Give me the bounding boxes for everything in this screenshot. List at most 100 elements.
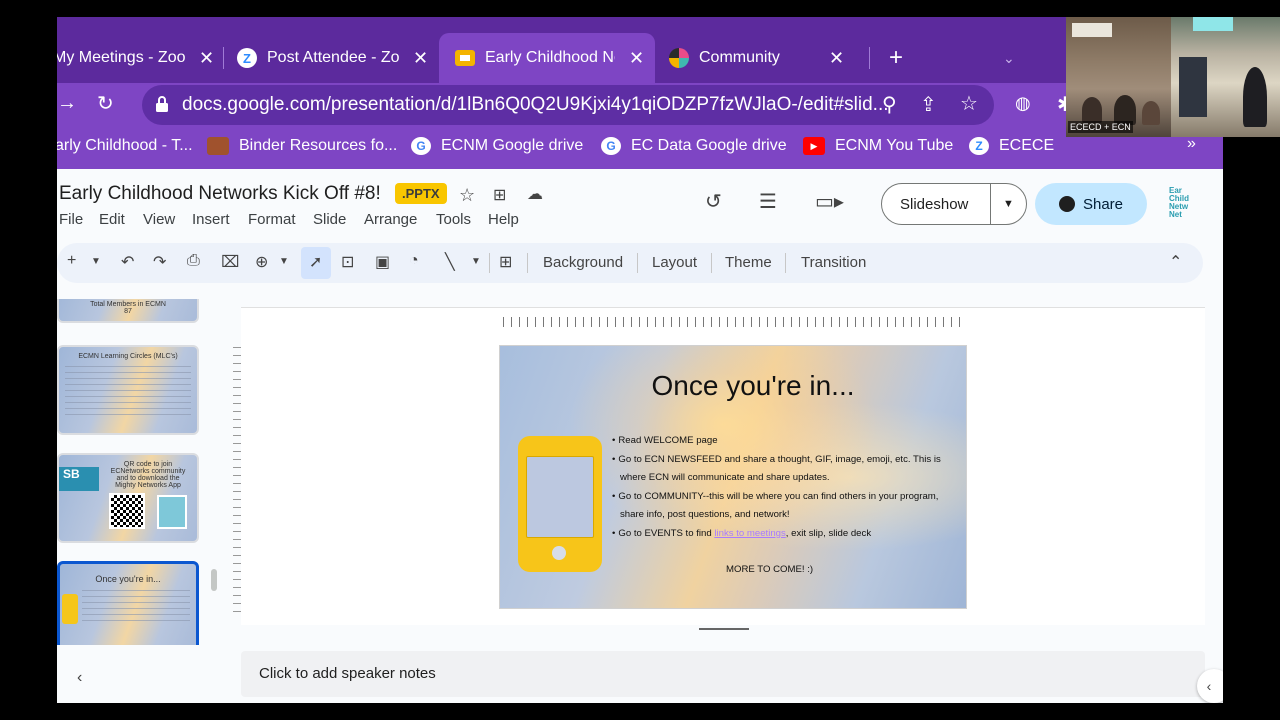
chevron-down-icon[interactable]: ▼: [279, 256, 289, 267]
bookmarks-overflow-button[interactable]: »: [1187, 135, 1196, 153]
line-icon[interactable]: ╲: [445, 252, 455, 272]
presenter-figure: [1243, 67, 1267, 127]
bullet-item: Read WELCOME page: [612, 432, 952, 451]
paint-format-icon[interactable]: ⌧: [221, 252, 239, 272]
slideshow-button[interactable]: Slideshow ▼: [881, 183, 1027, 225]
redo-icon[interactable]: ↷: [153, 252, 166, 272]
chevron-down-icon[interactable]: ▼: [990, 184, 1026, 224]
menu-insert[interactable]: Insert: [192, 211, 230, 228]
phone-home-button: [552, 546, 566, 560]
bookmark-item[interactable]: ▶ ECNM You Tube: [803, 137, 953, 155]
new-slide-icon[interactable]: +: [67, 252, 76, 270]
close-icon[interactable]: ✕: [413, 48, 428, 69]
bookmark-item[interactable]: Z ECECE: [969, 137, 1054, 155]
current-slide[interactable]: Once you're in... Read WELCOME page Go t…: [499, 345, 967, 609]
bookmark-item[interactable]: arly Childhood - T...: [57, 137, 193, 155]
menu-edit[interactable]: Edit: [99, 211, 125, 228]
meet-camera-icon[interactable]: ▭▸: [815, 189, 844, 214]
print-icon[interactable]: ⎙: [187, 252, 200, 270]
comment-add-icon[interactable]: ⊞: [499, 252, 512, 272]
forward-icon[interactable]: →: [57, 92, 77, 115]
menu-format[interactable]: Format: [248, 211, 296, 228]
chevron-down-icon[interactable]: ▼: [91, 256, 101, 267]
tab-label: Early Childhood Networks: [485, 49, 615, 66]
filmstrip-scrollbar[interactable]: [211, 569, 217, 591]
bookmark-star-icon[interactable]: ☆: [960, 91, 978, 116]
menu-file[interactable]: File: [59, 211, 83, 228]
bookmark-label: arly Childhood - T...: [57, 137, 193, 154]
background-button[interactable]: Background: [543, 254, 623, 271]
participant-figure: [1082, 97, 1102, 123]
editing-toolbar: + ▼ ↶ ↷ ⎙ ⌧ ⊕ ▼ ➚ ⊡ ▣ ◔ ╲ ▼ ⊞ Background…: [57, 243, 1203, 283]
address-bar[interactable]: docs.google.com/presentation/d/1lBn6Q0Q2…: [142, 85, 994, 125]
chevron-down-icon[interactable]: ▼: [471, 256, 481, 267]
tab-my-meetings[interactable]: My Meetings - Zoom ✕: [57, 33, 223, 83]
close-icon[interactable]: ✕: [629, 48, 644, 69]
text-box-icon[interactable]: ⊡: [341, 252, 354, 272]
menu-slide[interactable]: Slide: [313, 211, 346, 228]
tab-early-childhood[interactable]: Early Childhood Networks ✕: [439, 33, 655, 83]
tab-community[interactable]: Community ✕: [669, 33, 869, 83]
image-icon[interactable]: ▣: [375, 252, 390, 272]
zoom-lens-icon[interactable]: ⚲: [882, 92, 897, 117]
google-icon: G: [411, 137, 431, 155]
room-light: [1072, 23, 1112, 37]
close-icon[interactable]: ✕: [199, 48, 214, 69]
participant-figure: [1142, 101, 1160, 125]
resize-handle[interactable]: [699, 628, 749, 630]
share-page-icon[interactable]: ⇪: [920, 92, 937, 117]
lock-icon: [154, 95, 170, 119]
menu-view[interactable]: View: [143, 211, 175, 228]
tab-divider: [223, 47, 224, 69]
shape-icon[interactable]: ◔: [409, 252, 419, 270]
menu-arrange[interactable]: Arrange: [364, 211, 417, 228]
tab-post-attendee[interactable]: Z Post Attendee - Zoom ✕: [237, 33, 437, 83]
tab-search-icon[interactable]: ⌄: [1003, 33, 1015, 83]
theme-button[interactable]: Theme: [725, 254, 772, 271]
slide-thumbnail-selected[interactable]: Once you're in...: [57, 561, 199, 645]
version-history-icon[interactable]: ↺: [705, 189, 722, 214]
slide-thumbnail[interactable]: ECMN Learning Circles (MLC's): [57, 345, 199, 435]
tab-strip: My Meetings - Zoom ✕ Z Post Attendee - Z…: [57, 17, 1223, 83]
bullet-text: , exit slip, slide deck: [785, 527, 872, 539]
slides-icon: [455, 50, 475, 66]
document-title[interactable]: Early Childhood Networks Kick Off #8!: [59, 183, 381, 205]
close-icon[interactable]: ✕: [829, 48, 844, 69]
new-tab-button[interactable]: +: [889, 33, 903, 83]
bookmark-item[interactable]: Binder Resources fo...: [207, 137, 397, 155]
chevron-left-icon[interactable]: ‹: [77, 669, 82, 687]
comments-icon[interactable]: ☰: [759, 189, 777, 214]
binder-icon: [207, 137, 229, 155]
side-panel-toggle[interactable]: ‹: [1197, 669, 1223, 703]
slide-thumbnail[interactable]: QR code to join ECNetworks community and…: [57, 453, 199, 543]
meetings-link[interactable]: links to meetings: [714, 528, 785, 539]
zoom-icon[interactable]: ⊕: [255, 252, 268, 272]
url-text: docs.google.com/presentation/d/1lBn6Q0Q2…: [182, 94, 889, 115]
speaker-notes[interactable]: Click to add speaker notes: [241, 651, 1205, 697]
slide-thumbnail[interactable]: Total Members in ECMN 87: [57, 299, 199, 323]
app-screenshot-icon: [157, 495, 187, 529]
slide-title[interactable]: Once you're in...: [500, 370, 966, 402]
video-tile-participant[interactable]: ECECD + ECN: [1066, 17, 1171, 137]
star-icon[interactable]: ☆: [459, 185, 475, 206]
tab-divider: [869, 47, 870, 69]
share-button[interactable]: Share: [1035, 183, 1147, 225]
transition-button[interactable]: Transition: [801, 254, 866, 271]
bullet-item: Go to EVENTS to find links to meetings, …: [612, 525, 952, 544]
undo-icon[interactable]: ↶: [121, 252, 134, 272]
menu-tools[interactable]: Tools: [436, 211, 471, 228]
reload-icon[interactable]: ↻: [97, 91, 114, 116]
mighty-networks-icon: [669, 48, 689, 68]
bookmark-item[interactable]: G EC Data Google drive: [601, 137, 787, 155]
account-avatar[interactable]: Ear Child Netw Net: [1169, 187, 1203, 221]
move-folder-icon[interactable]: ⊞: [493, 185, 506, 205]
bookmark-item[interactable]: G ECNM Google drive: [411, 137, 583, 155]
collapse-toolbar-icon[interactable]: ⌃: [1169, 252, 1182, 272]
select-arrow-icon[interactable]: ➚: [309, 252, 322, 272]
zoom-icon: Z: [969, 137, 989, 155]
extension-icon[interactable]: ◍: [1015, 93, 1031, 114]
menu-help[interactable]: Help: [488, 211, 519, 228]
video-tile-presenter[interactable]: [1171, 17, 1280, 137]
layout-button[interactable]: Layout: [652, 254, 697, 271]
slide-bullet-list[interactable]: Read WELCOME page Go to ECN NEWSFEED and…: [612, 432, 952, 544]
